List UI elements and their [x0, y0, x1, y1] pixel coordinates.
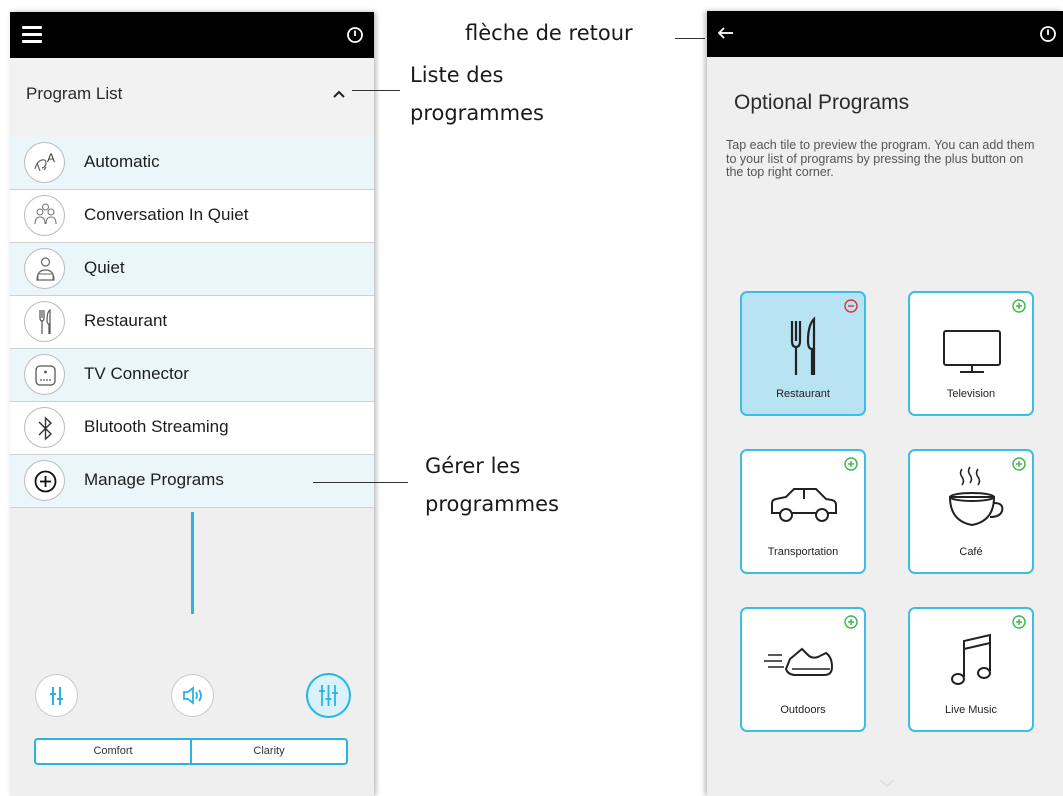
- annotation-program-list-line2: programmes: [410, 101, 544, 125]
- tile-television[interactable]: Television: [908, 291, 1034, 416]
- annotation-program-list-line1: Liste des: [410, 63, 504, 87]
- annotation-leader-line: [352, 90, 400, 91]
- page-title: Optional Programs: [734, 91, 910, 114]
- chevron-up-icon[interactable]: [330, 88, 348, 100]
- add-icon[interactable]: [1012, 615, 1026, 629]
- tile-restaurant[interactable]: Restaurant: [740, 291, 866, 416]
- quiet-icon: [24, 248, 65, 289]
- add-icon[interactable]: [1012, 457, 1026, 471]
- tile-outdoors[interactable]: Outdoors: [740, 607, 866, 732]
- tile-label: Café: [959, 546, 983, 558]
- tile-label: Television: [946, 388, 996, 400]
- automatic-icon: A: [24, 142, 65, 183]
- program-label: Automatic: [84, 152, 160, 171]
- scroll-indicator: [191, 512, 194, 614]
- program-label: Quiet: [84, 258, 125, 277]
- program-item-automatic[interactable]: A Automatic: [10, 137, 374, 190]
- program-label: Blutooth Streaming: [84, 417, 229, 436]
- bluetooth-icon: [24, 407, 65, 448]
- speaker-icon: [183, 686, 202, 705]
- annotation-manage-line2: programmes: [425, 492, 559, 516]
- annotation-leader-line: [313, 482, 408, 483]
- comfort-clarity-toggle: Comfort Clarity: [34, 738, 348, 765]
- mixer-button[interactable]: [308, 675, 349, 716]
- tile-cafe[interactable]: Café: [908, 449, 1034, 574]
- plus-circle-icon: [24, 460, 65, 501]
- annotation-leader-line: [675, 38, 705, 39]
- program-label: TV Connector: [84, 364, 189, 383]
- power-icon[interactable]: [346, 26, 364, 44]
- left-phone-screen: Program List A Automatic Conversation In…: [10, 12, 374, 796]
- chevron-down-icon[interactable]: [878, 778, 896, 788]
- tile-label: Live Music: [945, 704, 997, 716]
- tile-label: Outdoors: [780, 704, 826, 716]
- equalizer-icon: [50, 687, 63, 705]
- program-list: A Automatic Conversation In Quiet Quiet …: [10, 137, 374, 508]
- remove-icon[interactable]: [844, 299, 858, 313]
- power-icon[interactable]: [1039, 25, 1057, 43]
- mixer-icon: [319, 685, 338, 706]
- program-label: Restaurant: [84, 311, 168, 330]
- right-phone-screen: Optional Programs Tap each tile to previ…: [707, 11, 1063, 796]
- comfort-option[interactable]: Comfort: [36, 740, 190, 763]
- tile-label: Transportation: [767, 546, 839, 558]
- tv-connector-icon: [24, 354, 65, 395]
- annotation-manage-line1: Gérer les: [425, 454, 521, 478]
- program-item-conversation-in-quiet[interactable]: Conversation In Quiet: [10, 190, 374, 243]
- program-item-bluetooth-streaming[interactable]: Blutooth Streaming: [10, 402, 374, 455]
- conversation-icon: [24, 195, 65, 236]
- program-list-header[interactable]: Program List: [10, 58, 374, 138]
- back-arrow-icon[interactable]: [717, 26, 735, 40]
- top-bar: [10, 12, 374, 58]
- svg-text:A: A: [47, 151, 55, 165]
- tile-label: Restaurant: [776, 388, 830, 400]
- annotation-back-arrow: flèche de retour: [465, 21, 633, 45]
- tile-transportation[interactable]: Transportation: [740, 449, 866, 574]
- equalizer-button[interactable]: [36, 675, 77, 716]
- program-item-restaurant[interactable]: Restaurant: [10, 296, 374, 349]
- fork-knife-icon: [24, 301, 65, 342]
- clarity-option[interactable]: Clarity: [190, 740, 346, 763]
- top-bar: [707, 11, 1063, 57]
- program-item-quiet[interactable]: Quiet: [10, 243, 374, 296]
- program-list-title: Program List: [26, 84, 123, 103]
- page-description: Tap each tile to preview the program. Yo…: [726, 138, 1035, 179]
- tile-live-music[interactable]: Live Music: [908, 607, 1034, 732]
- hamburger-menu-icon[interactable]: [22, 26, 42, 44]
- program-label: Manage Programs: [84, 470, 224, 489]
- add-icon[interactable]: [1012, 299, 1026, 313]
- program-item-tv-connector[interactable]: TV Connector: [10, 349, 374, 402]
- volume-button[interactable]: [172, 675, 213, 716]
- program-label: Conversation In Quiet: [84, 205, 249, 224]
- add-icon[interactable]: [844, 615, 858, 629]
- add-icon[interactable]: [844, 457, 858, 471]
